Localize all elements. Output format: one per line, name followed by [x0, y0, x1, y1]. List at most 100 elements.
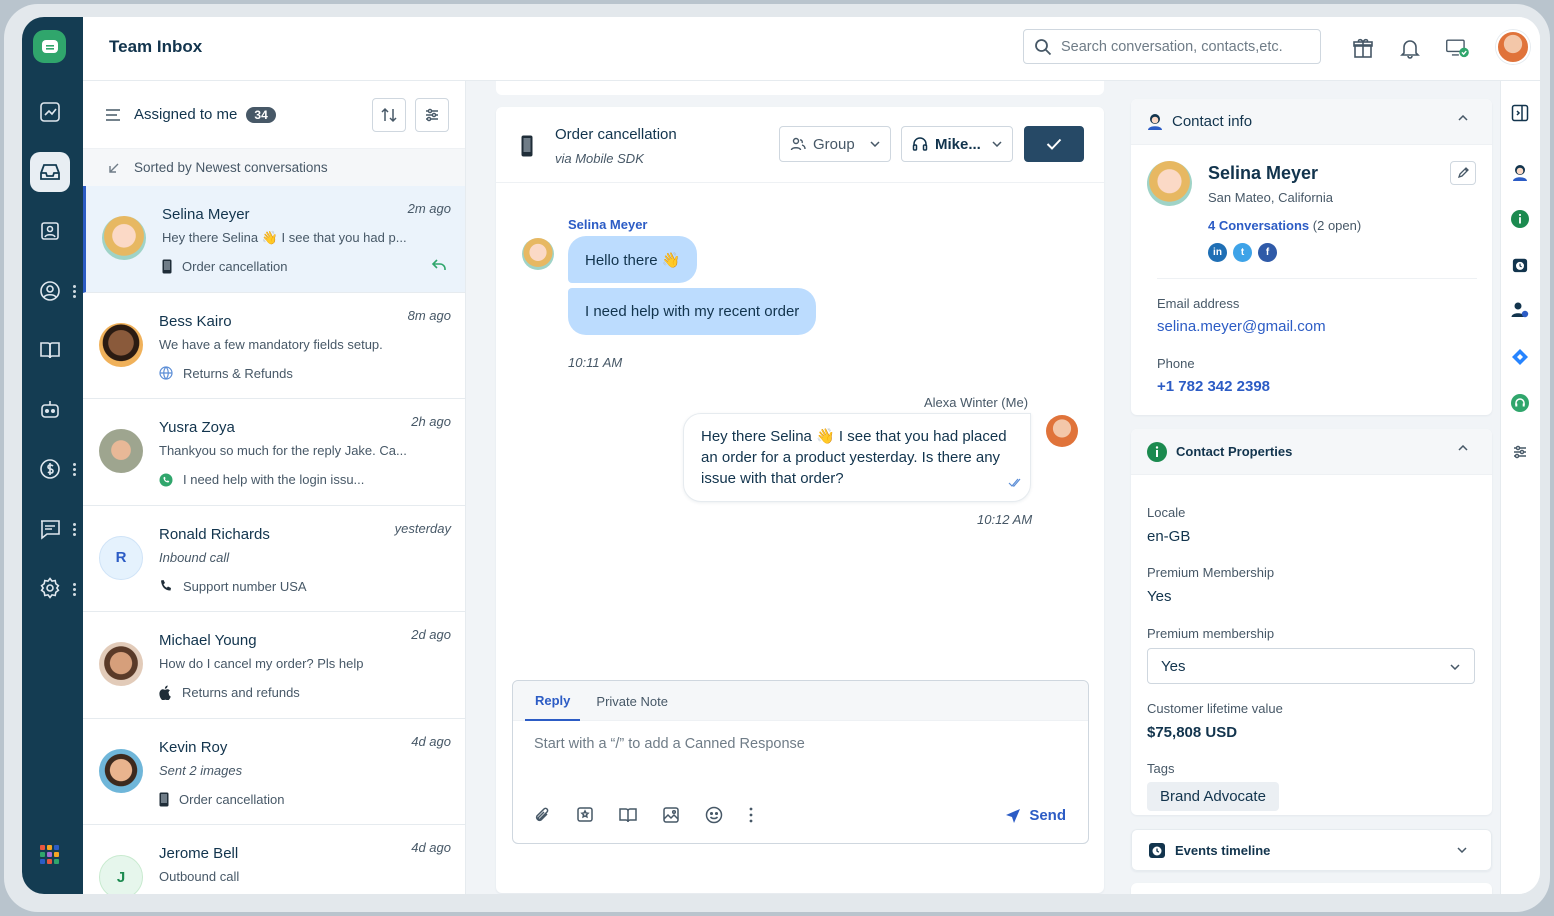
chevron-up-icon[interactable] — [1458, 115, 1468, 121]
edit-contact-button[interactable] — [1450, 161, 1476, 185]
sender-avatar — [522, 238, 554, 270]
contact-name: Ronald Richards — [159, 525, 270, 543]
nav-more-icon[interactable] — [73, 583, 77, 597]
conversation-item[interactable]: Kevin Roy 4d ago Sent 2 images Order can… — [83, 718, 465, 825]
send-button[interactable]: Send — [1005, 807, 1066, 824]
check-icon — [1046, 138, 1062, 150]
sort-info: Sorted by Newest conversations — [83, 149, 465, 186]
premium-membership-select[interactable]: Yes — [1147, 648, 1475, 684]
nav-inbox-icon[interactable] — [30, 152, 70, 192]
conversation-time: yesterday — [394, 520, 451, 536]
canned-response-icon[interactable] — [576, 806, 594, 824]
contact-info-card: Contact info Selina Meyer San Mateo, Cal… — [1131, 99, 1492, 415]
conversation-item[interactable]: J Jerome Bell 4d ago Outbound call — [83, 825, 465, 894]
filter-button[interactable] — [415, 98, 449, 132]
contact-properties-header[interactable]: Contact Properties — [1131, 429, 1492, 475]
conversation-preview: Inbound call — [159, 549, 230, 565]
book-icon[interactable] — [619, 806, 637, 824]
user-avatar[interactable] — [1496, 30, 1530, 64]
composer-tabs: Reply Private Note — [513, 681, 1088, 721]
nav-knowledge-base-icon[interactable] — [30, 330, 70, 370]
conversation-item[interactable]: Yusra Zoya 2h ago Thankyou so much for t… — [83, 399, 465, 506]
sender-avatar — [1046, 415, 1078, 447]
nav-chat-icon[interactable] — [30, 509, 70, 549]
mobile-icon — [159, 792, 169, 806]
emoji-icon[interactable] — [705, 806, 723, 824]
filter-label[interactable]: Assigned to me — [134, 106, 237, 123]
tab-reply[interactable]: Reply — [525, 681, 581, 721]
gift-icon[interactable] — [1350, 35, 1376, 61]
chevron-down-icon[interactable] — [1457, 847, 1467, 853]
more-options-icon[interactable] — [748, 806, 754, 824]
nav-dashboard-icon[interactable] — [30, 92, 70, 132]
locale-value: en-GB — [1147, 528, 1191, 545]
tag-chip[interactable]: Brand Advocate — [1147, 782, 1279, 811]
facebook-icon[interactable]: f — [1258, 243, 1277, 262]
filter-sliders-icon — [426, 108, 438, 122]
right-rail — [1500, 81, 1540, 894]
conversations-link[interactable]: 4 Conversations — [1208, 218, 1309, 233]
group-icon — [790, 137, 806, 151]
nav-more-icon[interactable] — [73, 463, 77, 477]
phone-link[interactable]: +1 782 342 2398 — [1157, 378, 1270, 395]
conversation-item[interactable]: Michael Young 2d ago How do I cancel my … — [83, 612, 465, 719]
lifetime-value-label: Customer lifetime value — [1147, 701, 1283, 716]
nav-billing-icon[interactable] — [30, 449, 70, 489]
nav-more-icon[interactable] — [73, 523, 77, 537]
nav-contacts-icon[interactable] — [30, 271, 70, 311]
linkedin-icon[interactable]: in — [1208, 243, 1227, 262]
search-box[interactable] — [1023, 29, 1321, 64]
source-label: Returns and refunds — [182, 685, 300, 700]
app-switcher-icon[interactable] — [40, 845, 59, 864]
reply-input[interactable]: Start with a “/” to add a Canned Respons… — [534, 736, 805, 752]
notification-bell-icon[interactable] — [1397, 35, 1423, 61]
events-timeline-header[interactable]: Events timeline — [1131, 829, 1492, 871]
jira-icon[interactable] — [1510, 347, 1530, 367]
chevron-down-icon — [870, 141, 880, 147]
contact-icon[interactable] — [1510, 163, 1530, 183]
image-icon[interactable] — [662, 806, 680, 824]
clock-icon[interactable] — [1510, 255, 1530, 275]
support-app-icon[interactable] — [1510, 393, 1530, 413]
nav-more-icon[interactable] — [73, 285, 77, 299]
agent-status-icon[interactable] — [1445, 35, 1471, 61]
resolve-button[interactable] — [1024, 126, 1084, 162]
message-bubble: Hey there Selina 👋 I see that you had pl… — [683, 413, 1031, 502]
twitter-icon[interactable]: t — [1233, 243, 1252, 262]
nav-reports-icon[interactable] — [30, 211, 70, 251]
nav-bot-icon[interactable] — [30, 390, 70, 430]
list-header: Assigned to me 34 — [83, 81, 465, 149]
tab-private-note[interactable]: Private Note — [586, 681, 678, 721]
chevron-up-icon[interactable] — [1458, 445, 1468, 451]
contact-name: Michael Young — [159, 632, 257, 649]
group-label: Group — [813, 135, 855, 153]
app-logo[interactable] — [33, 30, 66, 63]
group-dropdown[interactable]: Group — [779, 126, 891, 162]
collapse-panel-icon[interactable] — [1510, 103, 1530, 123]
search-input[interactable] — [1061, 38, 1311, 55]
source-label: Support number USA — [183, 578, 307, 594]
conversation-source: Order cancellation — [159, 792, 285, 807]
contact-avatar — [1147, 161, 1192, 206]
phone-icon — [161, 580, 171, 591]
nav-settings-icon[interactable] — [30, 568, 70, 608]
conversation-item[interactable]: Selina Meyer 2m ago Hey there Selina 👋 I… — [83, 186, 465, 293]
contact-info-header[interactable]: Contact info — [1131, 99, 1492, 145]
double-check-icon — [1008, 478, 1021, 487]
premium-membership-select-label: Premium membership — [1147, 626, 1275, 641]
customize-sliders-icon[interactable] — [1510, 442, 1530, 462]
email-link[interactable]: selina.meyer@gmail.com — [1157, 318, 1326, 335]
contact-name: Selina Meyer — [162, 206, 250, 223]
sort-button[interactable] — [372, 98, 406, 132]
conversation-source: Order cancellation — [162, 259, 288, 274]
info-icon[interactable] — [1510, 209, 1530, 229]
attachment-icon[interactable] — [533, 806, 551, 824]
conversation-item[interactable]: Bess Kairo 8m ago We have a few mandator… — [83, 292, 465, 399]
conversation-item[interactable]: R Ronald Richards yesterday Inbound call… — [83, 505, 465, 612]
user-settings-icon[interactable] — [1510, 300, 1530, 320]
agent-dropdown[interactable]: Mike... — [901, 126, 1013, 162]
menu-icon[interactable] — [105, 108, 121, 122]
chat-panel: Order cancellation via Mobile SDK Group … — [496, 107, 1104, 893]
chevron-down-icon — [992, 141, 1002, 147]
conversation-source: I need help with the login issu... — [159, 472, 364, 487]
